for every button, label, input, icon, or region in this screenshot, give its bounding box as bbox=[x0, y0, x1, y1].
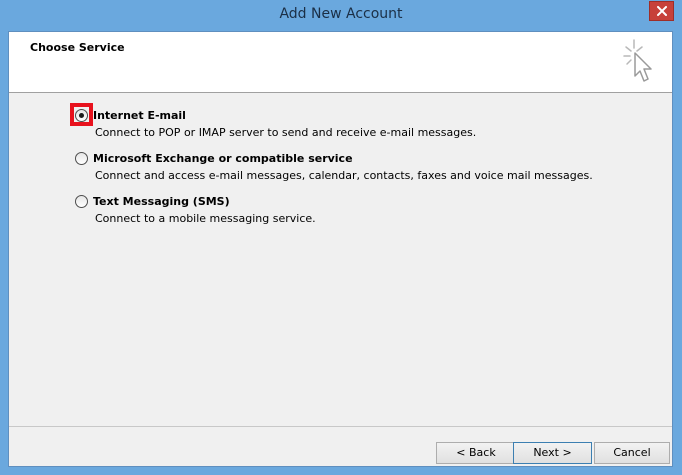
internet-email-radio[interactable] bbox=[75, 108, 88, 122]
page-title: Choose Service bbox=[30, 41, 125, 54]
add-new-account-window: Add New Account Choose Service Internet … bbox=[0, 0, 682, 475]
radio-selected-dot bbox=[79, 112, 84, 118]
close-button[interactable] bbox=[649, 1, 674, 21]
exchange-label[interactable]: Microsoft Exchange or compatible service bbox=[93, 152, 353, 165]
option-internet-email[interactable]: Internet E-mail Connect to POP or IMAP s… bbox=[70, 103, 593, 150]
sms-radio[interactable] bbox=[75, 194, 88, 208]
option-sms[interactable]: Text Messaging (SMS) Connect to a mobile… bbox=[75, 193, 593, 236]
wizard-cursor-icon bbox=[623, 39, 652, 82]
sms-description: Connect to a mobile messaging service. bbox=[95, 212, 316, 225]
title-bar[interactable]: Add New Account bbox=[0, 0, 682, 31]
footer-divider bbox=[9, 426, 672, 427]
window-title: Add New Account bbox=[279, 6, 403, 22]
sms-label[interactable]: Text Messaging (SMS) bbox=[93, 195, 230, 208]
internet-email-description: Connect to POP or IMAP server to send an… bbox=[95, 126, 477, 139]
exchange-radio[interactable] bbox=[75, 151, 88, 165]
option-exchange[interactable]: Microsoft Exchange or compatible service… bbox=[75, 150, 593, 193]
dialog-client-area: Choose Service Internet E-mail Connect t… bbox=[8, 31, 673, 467]
wizard-header: Choose Service bbox=[9, 32, 672, 93]
back-button[interactable]: < Back bbox=[436, 442, 516, 464]
service-options: Internet E-mail Connect to POP or IMAP s… bbox=[70, 103, 593, 236]
exchange-description: Connect and access e-mail messages, cale… bbox=[95, 169, 593, 182]
close-icon bbox=[656, 6, 667, 16]
internet-email-label[interactable]: Internet E-mail bbox=[93, 109, 186, 122]
next-button[interactable]: Next > bbox=[513, 442, 592, 464]
cancel-button[interactable]: Cancel bbox=[594, 442, 670, 464]
